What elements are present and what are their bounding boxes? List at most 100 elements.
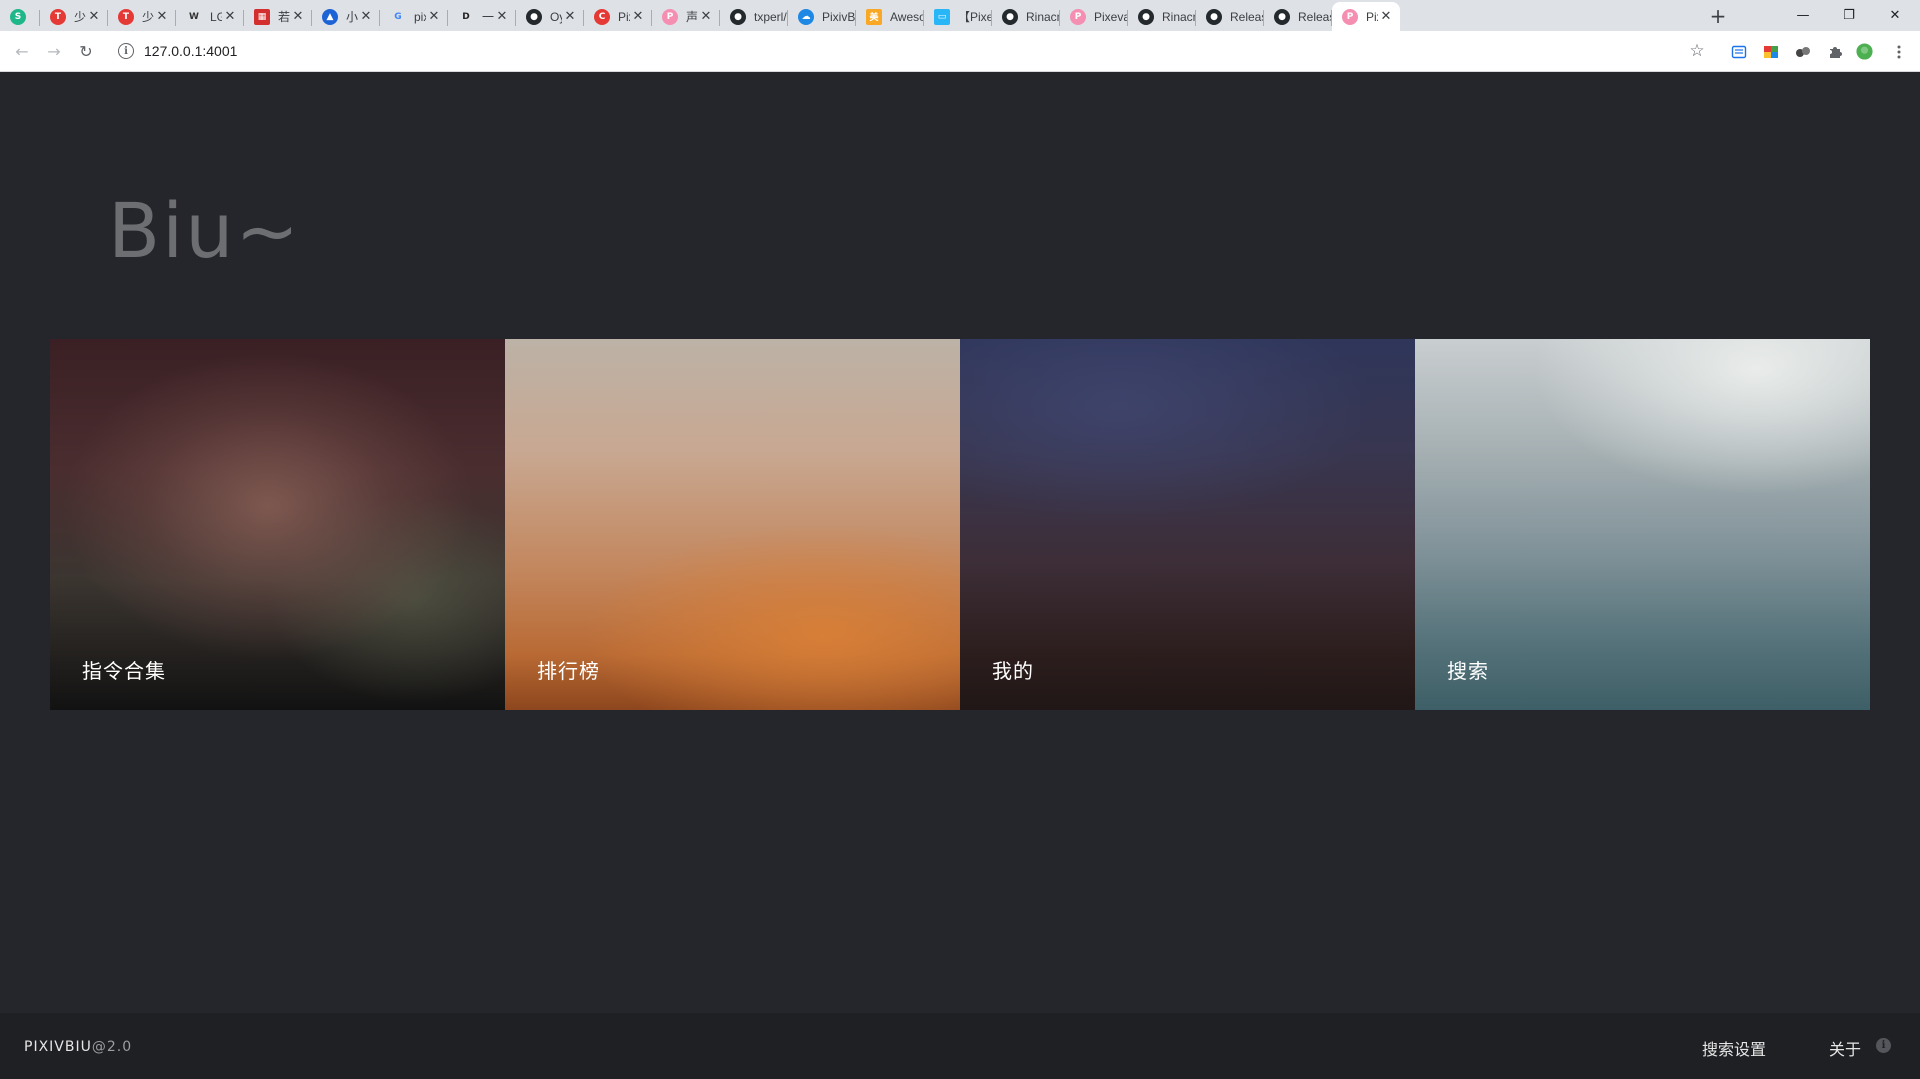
browser-tab[interactable]: C Pixi✕ [584,2,652,31]
restore-button[interactable]: ❐ [1826,0,1872,30]
browser-tab[interactable]: ● Release [1264,2,1332,31]
browser-tab[interactable]: W LGI✕ [176,2,244,31]
reload-button[interactable]: ↻ [72,37,100,65]
reader-extension-icon[interactable] [1730,43,1747,60]
arrow-left-icon: ← [15,41,29,61]
browser-tab[interactable]: ▭ 【Pixev [924,2,992,31]
browser-toolbar: ← → ↻ i 127.0.0.1:4001 ☆ [0,31,1920,72]
wikipedia-icon: W [189,11,199,22]
profile-avatar-icon[interactable] [1856,43,1873,60]
menu-kebab-icon[interactable] [1890,43,1907,60]
tab-title: Release [1298,9,1332,24]
blue-drop-icon: ▲ [322,8,338,25]
menu-cards: 指令合集 排行榜 我的 搜索 [50,339,1870,710]
card-mine-label: 我的 [992,659,1034,683]
about-link[interactable]: 关于 [1829,1036,1861,1060]
address-url[interactable]: 127.0.0.1:4001 [144,43,237,59]
s-circle-icon: S [10,8,26,25]
brand-name: PIXIVBIU [24,1039,92,1055]
pink-p-icon: P [1342,8,1358,25]
new-tab-button[interactable]: + [1704,4,1732,28]
tab-close-icon[interactable]: ✕ [494,9,510,25]
browser-tab[interactable]: ● Rinacm [1128,2,1196,31]
red-t-icon: T [50,8,66,25]
page-title: Biu~ [108,186,302,275]
footer-bar: PIXIVBIU@2.0 搜索设置 关于 i [0,1013,1920,1079]
tab-title: pixi [414,9,426,24]
browser-tab[interactable]: ● Oy✕ [516,2,584,31]
browser-tab[interactable]: 美 Awesom [856,2,924,31]
browser-tab[interactable]: S [0,2,40,31]
github-icon: ● [1138,8,1154,25]
card-ranking[interactable]: 排行榜 [505,339,960,710]
tab-title: Pixi [1366,9,1378,24]
reload-icon: ↻ [79,41,93,61]
tab-close-icon[interactable]: ✕ [222,9,238,25]
browser-tab[interactable]: Gpixi✕ [380,2,448,31]
github-icon: ● [1206,8,1222,25]
tab-title: LGI [210,9,222,24]
tab-close-icon[interactable]: ✕ [358,9,374,25]
github-icon: ● [730,8,746,25]
tv-icon: ▭ [934,8,950,25]
github-icon: ● [1274,8,1290,25]
glasses-extension-icon[interactable] [1794,43,1811,60]
browser-tab[interactable]: ● txperl/P [720,2,788,31]
browser-tab[interactable]: P Pixeval [1060,2,1128,31]
browser-tab[interactable]: T 少数✕ [108,2,176,31]
card-ranking-label: 排行榜 [537,659,600,683]
cloud-icon: ☁ [798,8,814,25]
card-commands-label: 指令合集 [82,659,166,683]
card-commands[interactable]: 指令合集 [50,339,505,710]
yellow-square-icon: 美 [866,8,882,25]
back-button[interactable]: ← [8,37,36,65]
github-icon: ● [526,8,542,25]
browser-tab[interactable]: P 声音✕ [652,2,720,31]
tab-close-icon[interactable]: ✕ [698,9,714,25]
extensions-puzzle-icon[interactable] [1826,43,1843,60]
browser-tab[interactable]: ▲ 小众✕ [312,2,380,31]
pink-p-icon: P [662,8,678,25]
tab-title: Pixi [618,9,630,24]
tab-close-icon[interactable]: ✕ [290,9,306,25]
forward-button[interactable]: → [40,37,68,65]
address-bar[interactable]: i 127.0.0.1:4001 [108,35,1708,67]
google-icon: G [394,11,402,22]
d-arrow-icon: D [462,11,470,22]
site-info-icon[interactable]: i [118,43,134,59]
browser-tab[interactable]: T 少数✕ [40,2,108,31]
card-mine[interactable]: 我的 [960,339,1415,710]
browser-tab[interactable]: D 一个✕ [448,2,516,31]
tab-title: 声音 [686,10,698,24]
bookmark-star-icon[interactable]: ☆ [1685,37,1709,65]
close-window-button[interactable]: ✕ [1872,0,1918,30]
card-search[interactable]: 搜索 [1415,339,1870,710]
red-t-icon: T [118,8,134,25]
tab-close-icon[interactable]: ✕ [86,9,102,25]
browser-tab[interactable]: ▦ 若叶✕ [244,2,312,31]
minimize-button[interactable]: — [1780,0,1826,30]
pink-p-icon: P [1070,8,1086,25]
brand-version: @2.0 [91,1039,133,1055]
tab-title: Awesom [890,9,924,24]
tab-close-icon[interactable]: ✕ [630,9,646,25]
tab-title: Pixeval [1094,9,1128,24]
github-icon: ● [1002,8,1018,25]
tab-title: Rinacm [1162,9,1196,24]
tab-title: 【Pixev [958,10,992,24]
tab-title: Release [1230,9,1264,24]
browser-tab[interactable]: ● Release [1196,2,1264,31]
color-picker-extension-icon[interactable] [1762,43,1779,60]
tab-active[interactable]: P Pixi✕ [1332,2,1400,31]
tab-close-icon[interactable]: ✕ [1378,9,1394,25]
tab-close-icon[interactable]: ✕ [426,9,442,25]
info-icon[interactable]: i [1876,1038,1891,1053]
browser-tab[interactable]: ☁ PixivBiu [788,2,856,31]
brand-label: PIXIVBIU@2.0 [24,1039,132,1055]
card-search-label: 搜索 [1447,659,1489,683]
arrow-right-icon: → [47,41,61,61]
tab-close-icon[interactable]: ✕ [154,9,170,25]
browser-tab[interactable]: ● Rinacm [992,2,1060,31]
search-settings-link[interactable]: 搜索设置 [1702,1036,1766,1060]
tab-close-icon[interactable]: ✕ [562,9,578,25]
